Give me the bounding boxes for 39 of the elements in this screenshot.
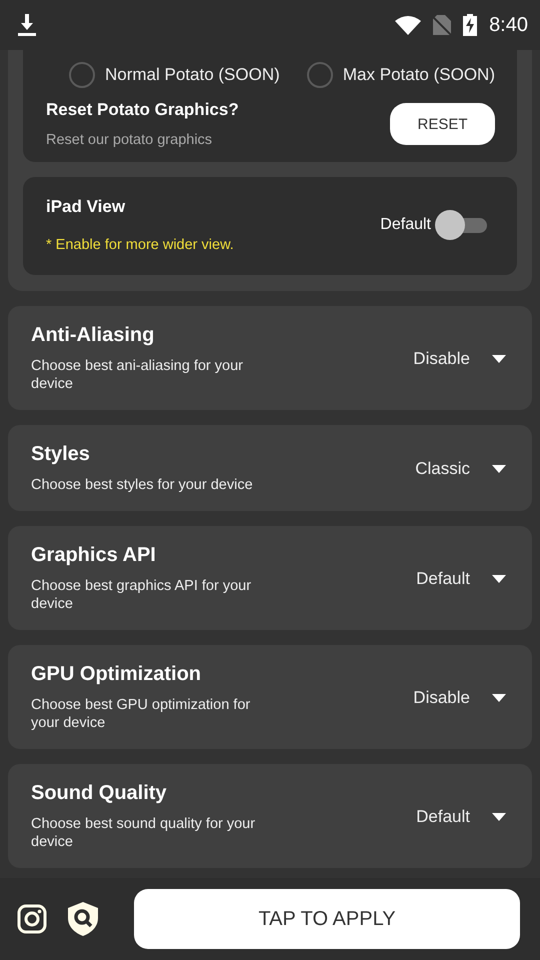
reset-subtitle: Reset our potato graphics [46,132,214,148]
setting-description: Choose best styles for your device [31,476,254,494]
setting-description: Choose best sound quality for your device [31,815,256,851]
status-time: 8:40 [489,14,528,36]
radio-label: Max Potato (SOON) [342,65,495,85]
no-sim-icon [433,15,452,35]
setting-dropdown[interactable]: Disable [413,688,506,708]
setting-title: GPU Optimization [31,663,202,686]
ipad-view-title: iPad View [46,197,126,217]
camera-icon[interactable] [17,904,47,934]
setting-dropdown[interactable]: Disable [413,348,506,368]
radio-button[interactable] [306,62,333,88]
caret-icon [492,812,506,820]
download-icon [17,14,37,36]
wifi-icon [395,15,422,35]
toggle-switch[interactable] [435,210,487,240]
reset-title: Reset Potato Graphics? [46,100,239,120]
caret-icon [492,464,506,472]
setting-description: Choose best ani-aliasing for your device [31,357,244,393]
caret-icon [492,574,506,582]
battery-charging-icon [463,14,478,36]
caret-icon [492,354,506,362]
setting-title: Graphics API [31,544,157,567]
setting-description: Choose best graphics API for your device [31,577,252,613]
setting-title: Styles [31,443,91,466]
reset-button[interactable]: RESET [390,103,495,145]
toggle-label: Default [380,216,431,234]
ipad-view-hint: * Enable for more wider view. [46,237,234,253]
shield-search-icon[interactable] [68,902,98,936]
apply-button[interactable]: TAP TO APPLY [134,889,520,949]
radio-label: Normal Potato (SOON) [105,65,280,85]
caret-icon [492,694,506,702]
setting-description: Choose best GPU optimization for your device [31,696,252,732]
setting-dropdown[interactable]: Default [416,568,506,588]
setting-title: Sound Quality [31,782,168,805]
setting-dropdown[interactable]: Classic [415,458,506,478]
setting-title: Anti-Aliasing [31,324,156,347]
setting-dropdown[interactable]: Default [416,806,506,826]
radio-button[interactable] [69,62,95,88]
